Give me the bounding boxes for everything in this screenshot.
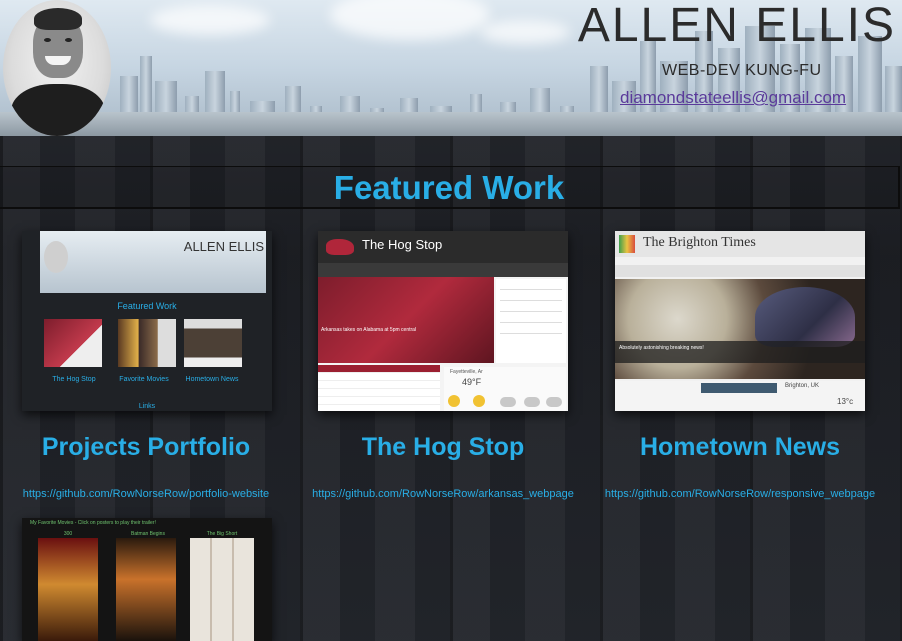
thumb-footer: Links xyxy=(138,403,156,410)
thumb-title: The Brighton Times xyxy=(643,235,756,250)
project-title-hometown-news[interactable]: Hometown News xyxy=(615,433,865,462)
thumb-temp: 49°F xyxy=(462,377,482,387)
thumb-city: Fayetteville, Ar xyxy=(450,369,483,375)
project-thumbnail-hog-stop[interactable]: The Hog Stop Arkansas takes on Alabama a… xyxy=(318,231,568,411)
thumb-name: ALLEN ELLIS xyxy=(183,239,264,254)
thumb-caption: Arkansas takes on Alabama at 5pm central xyxy=(321,327,417,333)
thumb-heading: My Favorite Movies - Click on posters to… xyxy=(30,520,156,526)
header-banner: ALLEN ELLIS WEB-DEV KUNG-FU diamondstate… xyxy=(0,0,902,136)
thumb-label: The Hog Stop xyxy=(52,376,96,383)
thumb-section-title: Featured Work xyxy=(117,301,177,311)
newspaper-logo-icon xyxy=(619,235,635,253)
project-link-hog-stop[interactable]: https://github.com/RowNorseRow/arkansas_… xyxy=(298,488,588,500)
poster-label: Batman Begins xyxy=(131,531,165,537)
razorback-logo-icon xyxy=(326,239,354,255)
project-link-portfolio[interactable]: https://github.com/RowNorseRow/portfolio… xyxy=(0,488,292,500)
tagline: WEB-DEV KUNG-FU xyxy=(662,62,822,79)
movie-poster-big-short[interactable] xyxy=(190,538,254,641)
project-title-hog-stop[interactable]: The Hog Stop xyxy=(318,433,568,462)
email-link[interactable]: diamondstateellis@gmail.com xyxy=(620,88,846,108)
movie-poster-batman-begins[interactable] xyxy=(116,538,176,641)
mini-avatar-icon xyxy=(44,241,68,273)
project-thumbnail-portfolio[interactable]: ALLEN ELLIS Featured Work The Hog Stop F… xyxy=(22,231,272,411)
thumb-caption: Absolutely astonishing breaking news! xyxy=(619,345,704,351)
poster-label: The Big Short xyxy=(206,531,238,537)
thumb-label: Hometown News xyxy=(185,376,239,383)
project-thumbnail-favorite-movies[interactable]: My Favorite Movies - Click on posters to… xyxy=(22,518,272,641)
project-link-hometown-news[interactable]: https://github.com/RowNorseRow/responsiv… xyxy=(590,488,890,500)
poster-label: 300 xyxy=(63,531,73,537)
thumb-city: Brighton, UK xyxy=(785,383,820,389)
movie-poster-300[interactable] xyxy=(38,538,98,641)
profile-photo xyxy=(3,0,111,136)
thumb-temp: 13°c xyxy=(837,397,854,406)
project-thumbnail-hometown-news[interactable]: The Brighton Times Absolutely astonishin… xyxy=(615,231,865,411)
section-title: Featured Work xyxy=(333,169,565,206)
thumb-title: The Hog Stop xyxy=(362,237,443,252)
project-title-portfolio[interactable]: Projects Portfolio xyxy=(22,433,270,462)
site-owner-name: ALLEN ELLIS xyxy=(577,0,896,52)
